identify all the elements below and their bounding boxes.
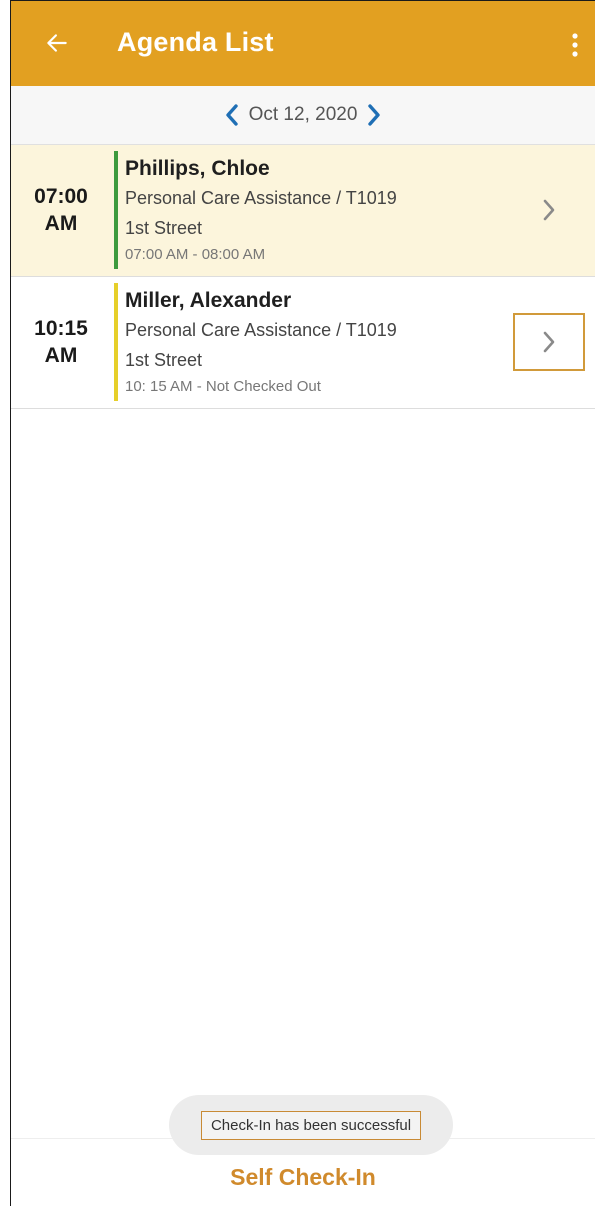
open-visit-button[interactable] xyxy=(513,313,585,371)
back-button[interactable] xyxy=(33,19,81,67)
agenda-item-phillips-chloe[interactable]: 07:00 AM Phillips, Chloe Personal Care A… xyxy=(11,145,595,277)
agenda-item-miller-alexander[interactable]: 10:15 AM Miller, Alexander Personal Care… xyxy=(11,277,595,409)
app-bar: Agenda List xyxy=(11,0,595,86)
overflow-menu-button[interactable] xyxy=(561,23,589,67)
visit-time-value: 07:00 xyxy=(34,185,88,208)
toast-message: Check-In has been successful xyxy=(200,1110,422,1140)
chevron-right-icon xyxy=(368,104,381,126)
app-frame: Agenda List Oct 12, 2020 07:00 AM Philli… xyxy=(10,0,595,1207)
visit-start-time: 07:00 AM xyxy=(11,183,111,237)
client-name: Phillips, Chloe xyxy=(125,157,270,180)
visit-time-value: 10:15 xyxy=(34,317,88,340)
visit-time-range: 07:00 AM - 08:00 AM xyxy=(125,246,266,263)
toast-notification: Check-In has been successful xyxy=(169,1095,453,1155)
page-title: Agenda List xyxy=(117,27,274,57)
visit-address: 1st Street xyxy=(125,218,203,238)
date-navigator: Oct 12, 2020 xyxy=(11,86,595,145)
client-name: Miller, Alexander xyxy=(125,289,292,312)
visit-details: Phillips, Chloe Personal Care Assistance… xyxy=(125,155,505,267)
previous-date-button[interactable] xyxy=(221,101,243,129)
visit-start-time: 10:15 AM xyxy=(11,315,111,369)
visit-address: 1st Street xyxy=(125,350,203,370)
arrow-left-icon xyxy=(47,34,67,52)
self-check-in-button[interactable]: Self Check-In xyxy=(230,1164,376,1191)
open-visit-button[interactable] xyxy=(513,181,585,239)
visit-time-meridiem: AM xyxy=(44,344,78,367)
visit-status-indicator xyxy=(114,151,118,269)
service-name: Personal Care Assistance / T1019 xyxy=(125,188,397,208)
visit-details: Miller, Alexander Personal Care Assistan… xyxy=(125,287,505,399)
visit-status-indicator xyxy=(114,283,118,401)
visit-time-range: 10: 15 AM - Not Checked Out xyxy=(125,378,321,395)
next-date-button[interactable] xyxy=(363,101,385,129)
chevron-left-icon xyxy=(225,104,238,126)
service-name: Personal Care Assistance / T1019 xyxy=(125,320,397,340)
visit-time-meridiem: AM xyxy=(44,212,78,235)
more-vertical-icon xyxy=(572,33,578,57)
chevron-right-icon xyxy=(543,331,555,353)
current-date: Oct 12, 2020 xyxy=(248,104,358,125)
chevron-right-icon xyxy=(543,199,555,221)
